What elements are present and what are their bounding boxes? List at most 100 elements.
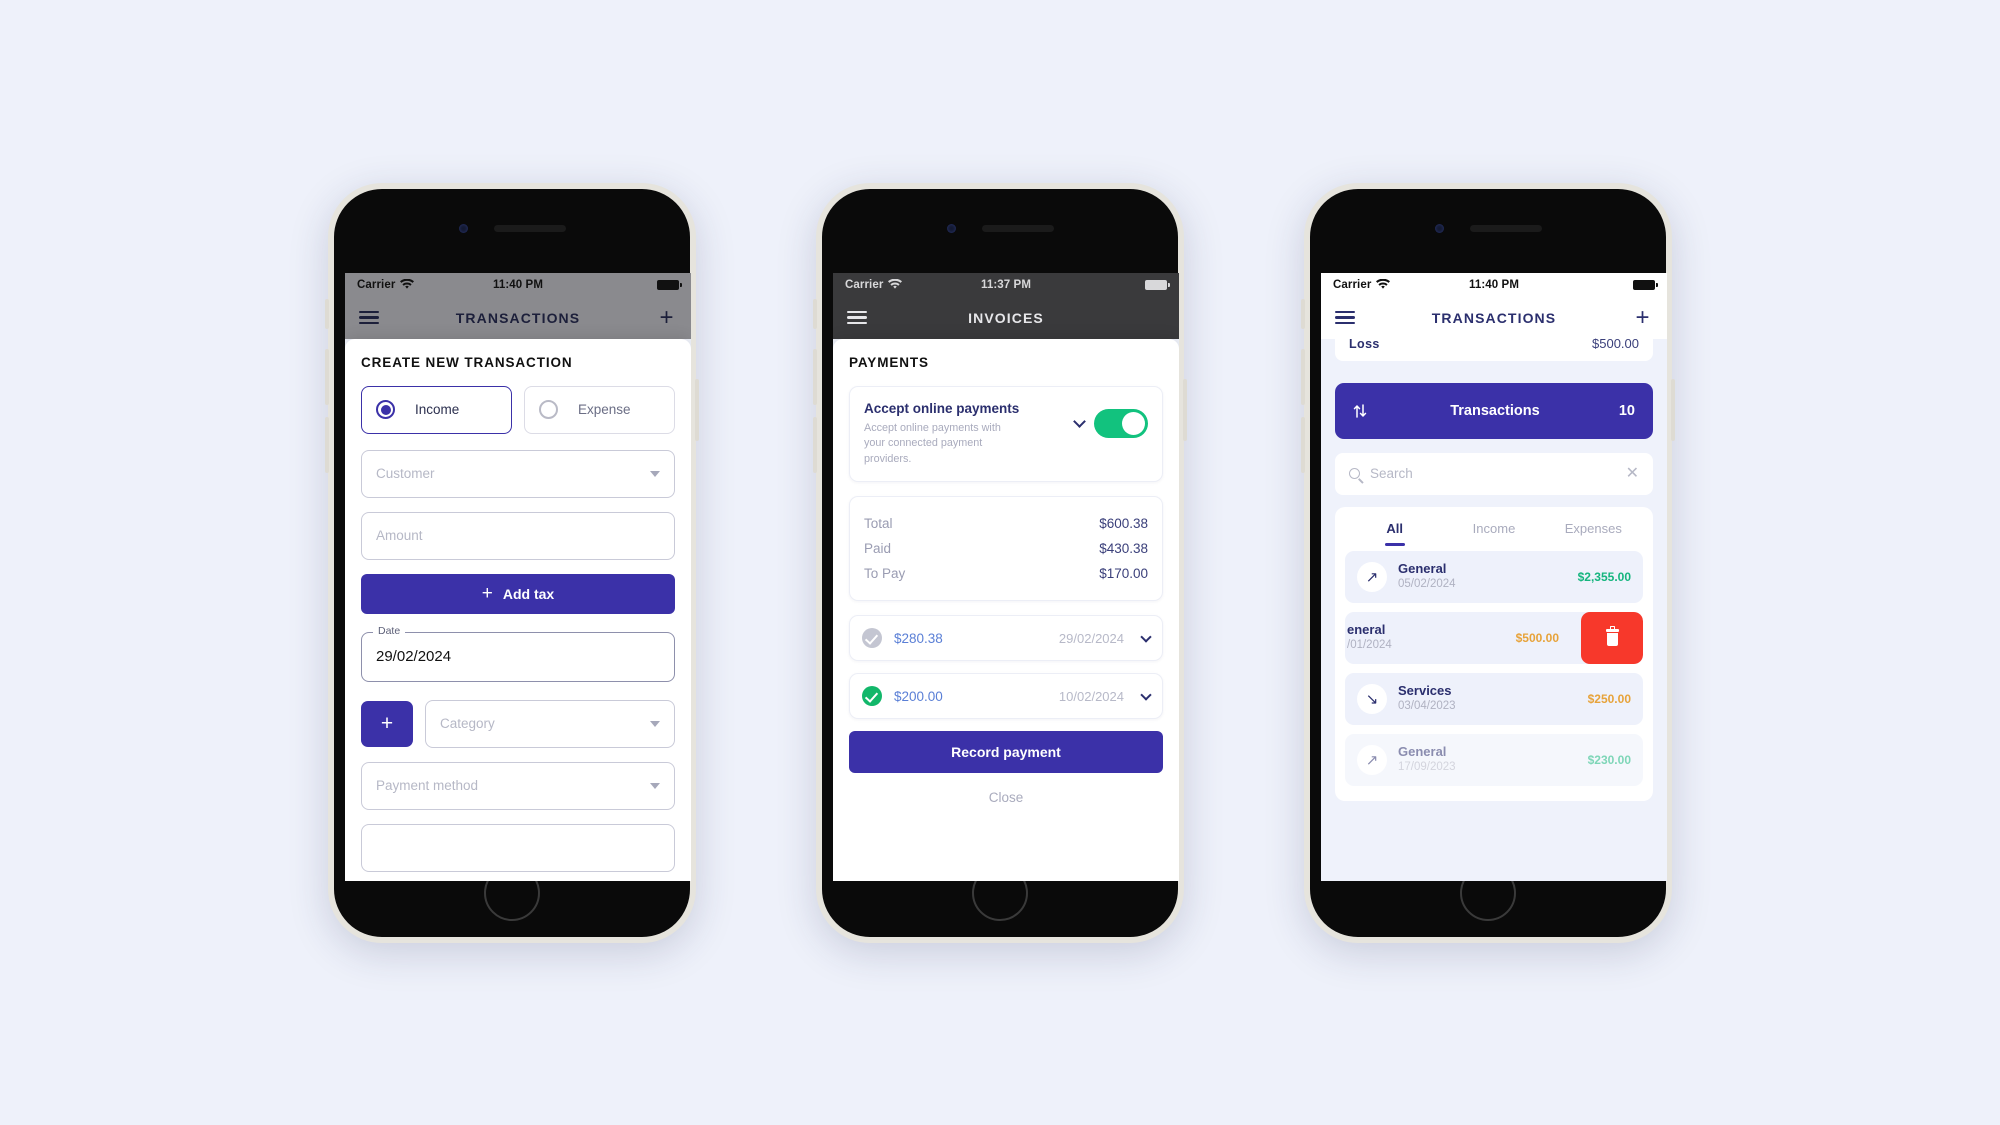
tab-income[interactable]: Income xyxy=(1444,521,1543,536)
transactions-list-card: All Income Expenses ↗ General 05/02/2024… xyxy=(1335,506,1653,801)
page-title: TRANSACTIONS xyxy=(1431,309,1557,326)
close-button[interactable]: Close xyxy=(849,773,1163,805)
phone-mockup-stage: Carrier 11:40 PM TRANSACTIONS + CREATE N… xyxy=(0,0,2000,1125)
accept-text-block: Accept online payments Accept online pay… xyxy=(864,401,1065,468)
plus-icon: + xyxy=(481,583,493,604)
status-right-group xyxy=(543,279,682,290)
payments-sheet: PAYMENTS Accept online payments Accept o… xyxy=(833,338,1179,881)
volume-down-button[interactable] xyxy=(1301,416,1305,473)
transaction-info: General 17/09/2023 xyxy=(1398,744,1577,776)
total-label: Total xyxy=(864,516,893,532)
category-select[interactable]: Category xyxy=(425,699,675,748)
accept-row: Accept online payments Accept online pay… xyxy=(864,401,1148,468)
search-input[interactable]: Search ✕ xyxy=(1335,452,1653,495)
hamburger-menu-icon[interactable] xyxy=(847,310,867,325)
accept-online-payments-card: Accept online payments Accept online pay… xyxy=(849,385,1163,483)
screen-transactions: Carrier 11:40 PM TRANSACTIONS + Loss $50… xyxy=(1321,272,1667,881)
transactions-content: Loss $500.00 Transactions 10 Search ✕ Al… xyxy=(1321,326,1667,881)
add-tax-button[interactable]: + Add tax xyxy=(361,573,675,614)
search-icon xyxy=(1349,468,1360,479)
filter-tabs: All Income Expenses xyxy=(1345,507,1643,551)
payment-date: 29/02/2024 xyxy=(1058,630,1124,646)
to-pay-value: $170.00 xyxy=(1099,566,1148,582)
payment-row[interactable]: $200.00 10/02/2024 xyxy=(849,673,1163,720)
sort-updown-icon[interactable] xyxy=(1353,403,1371,419)
close-icon[interactable]: ✕ xyxy=(1626,465,1639,482)
customer-select[interactable]: Customer xyxy=(361,449,675,498)
date-legend: Date xyxy=(373,624,406,637)
wifi-icon xyxy=(888,279,903,289)
front-camera-icon xyxy=(946,224,956,233)
chevron-down-icon[interactable] xyxy=(1073,414,1086,428)
payment-row[interactable]: $280.38 29/02/2024 xyxy=(849,615,1163,662)
customer-placeholder: Customer xyxy=(376,466,435,481)
radio-option-expense[interactable]: Expense xyxy=(524,385,675,434)
carrier-label: Carrier xyxy=(845,278,884,291)
status-carrier-group: Carrier xyxy=(357,279,493,291)
check-circle-icon xyxy=(862,628,882,649)
nav-bar: INVOICES xyxy=(833,296,1179,339)
transaction-amount: $230.00 xyxy=(1587,752,1631,767)
add-category-button[interactable]: + xyxy=(361,700,413,747)
transaction-date: /01/2024 xyxy=(1347,638,1392,651)
loss-label: Loss xyxy=(1349,336,1380,351)
transaction-name: Services xyxy=(1398,682,1452,698)
transaction-date: 03/04/2023 xyxy=(1398,699,1456,712)
page-title: TRANSACTIONS xyxy=(455,309,581,326)
radio-label-income: Income xyxy=(415,402,460,417)
transaction-type-group: Income Expense xyxy=(361,385,675,434)
radio-icon-expense xyxy=(539,400,558,419)
accept-payments-toggle[interactable] xyxy=(1094,408,1148,438)
carrier-label: Carrier xyxy=(357,278,396,291)
plus-icon[interactable]: + xyxy=(1633,305,1653,330)
power-button[interactable] xyxy=(1671,378,1675,441)
phone-create-transaction: Carrier 11:40 PM TRANSACTIONS + CREATE N… xyxy=(325,182,699,943)
nav-bar: TRANSACTIONS + xyxy=(345,296,691,339)
status-time: 11:40 PM xyxy=(1468,278,1520,291)
status-carrier-group: Carrier xyxy=(1333,279,1469,291)
category-placeholder: Category xyxy=(440,716,495,731)
check-circle-icon xyxy=(862,686,882,707)
table-row[interactable]: ↗ General 05/02/2024 $2,355.00 xyxy=(1345,550,1643,603)
chevron-down-icon xyxy=(650,720,660,727)
power-button[interactable] xyxy=(1183,378,1187,441)
earpiece-speaker xyxy=(493,225,566,232)
totals-card: Total $600.38 Paid $430.38 To Pay $170.0… xyxy=(849,496,1163,602)
accept-description: Accept online payments with your connect… xyxy=(864,421,1001,465)
delete-button[interactable] xyxy=(1581,611,1643,664)
status-carrier-group: Carrier xyxy=(845,279,981,291)
chevron-down-icon[interactable] xyxy=(1140,689,1152,701)
volume-down-button[interactable] xyxy=(325,416,329,473)
plus-icon[interactable]: + xyxy=(657,305,677,330)
radio-icon-income xyxy=(376,400,395,419)
tab-all[interactable]: All xyxy=(1345,521,1444,536)
hamburger-menu-icon[interactable] xyxy=(1335,310,1355,325)
status-bar: Carrier 11:40 PM xyxy=(1321,272,1667,297)
amount-input[interactable]: Amount xyxy=(361,511,675,560)
screen-create-transaction: Carrier 11:40 PM TRANSACTIONS + CREATE N… xyxy=(345,272,691,881)
power-button[interactable] xyxy=(695,378,699,441)
date-field[interactable]: Date 29/02/2024 xyxy=(361,624,675,682)
payment-amount: $280.38 xyxy=(894,630,943,646)
volume-down-button[interactable] xyxy=(813,416,817,473)
table-row[interactable]: eneral /01/2024 $500.00 xyxy=(1345,611,1643,664)
chevron-down-icon[interactable] xyxy=(1140,631,1152,643)
hamburger-menu-icon[interactable] xyxy=(359,310,379,325)
record-payment-button[interactable]: Record payment xyxy=(849,731,1163,774)
paid-value: $430.38 xyxy=(1099,541,1148,557)
payment-amount: $200.00 xyxy=(894,688,943,704)
tab-expenses[interactable]: Expenses xyxy=(1544,521,1643,536)
table-row[interactable]: ↘ Services 03/04/2023 $250.00 xyxy=(1345,672,1643,725)
status-time: 11:40 PM xyxy=(492,278,544,291)
transaction-info: Services 03/04/2023 xyxy=(1398,683,1577,715)
radio-option-income[interactable]: Income xyxy=(361,385,512,434)
transactions-title: Transactions xyxy=(1450,402,1540,419)
sheet-title: CREATE NEW TRANSACTION xyxy=(361,354,573,370)
total-row: Total $600.38 xyxy=(864,511,1148,536)
next-field-partial[interactable] xyxy=(361,823,675,872)
table-row[interactable]: ↗ General 17/09/2023 $230.00 xyxy=(1345,733,1643,786)
payment-method-select[interactable]: Payment method xyxy=(361,761,675,810)
transactions-header-bar[interactable]: Transactions 10 xyxy=(1335,382,1653,439)
status-time: 11:37 PM xyxy=(980,278,1032,291)
to-pay-label: To Pay xyxy=(864,566,906,582)
